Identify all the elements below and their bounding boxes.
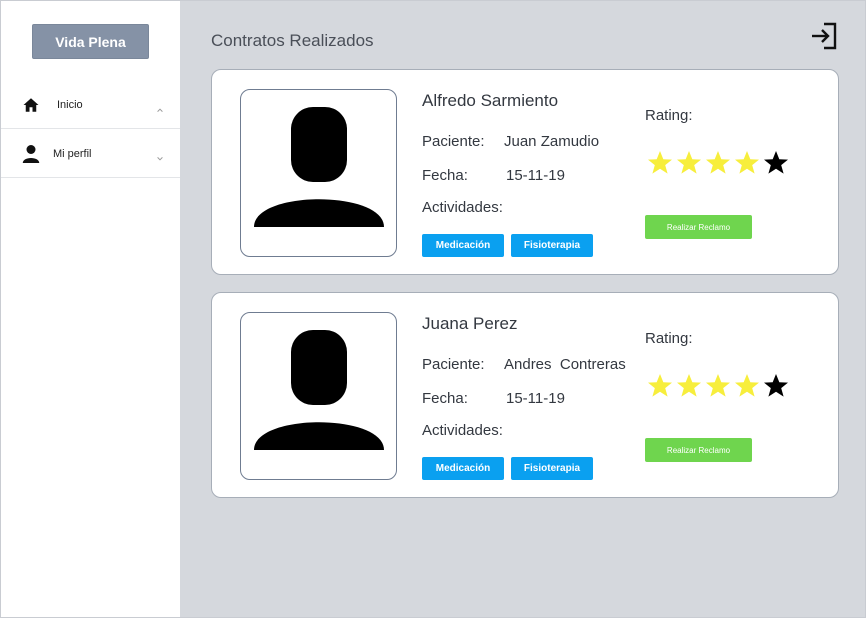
- date-value: 15-11-19: [506, 390, 565, 407]
- rating-label: Rating:: [645, 330, 693, 347]
- date-label: Fecha:: [422, 167, 468, 184]
- avatar: [240, 89, 397, 257]
- patient-value: Juan Zamudio: [504, 133, 600, 150]
- claim-button[interactable]: Realizar Reclamo: [645, 215, 752, 239]
- brand-button[interactable]: Vida Plena: [32, 24, 149, 59]
- claim-button[interactable]: Realizar Reclamo: [645, 438, 752, 462]
- chevron-up-icon[interactable]: [156, 101, 164, 112]
- patient-label: Paciente:: [422, 356, 485, 373]
- activities-label: Actividades:: [422, 199, 503, 216]
- star-filled-icon[interactable]: [674, 148, 703, 178]
- activities-label: Actividades:: [422, 422, 503, 439]
- star-empty-icon[interactable]: [761, 371, 790, 401]
- home-icon: [21, 95, 41, 115]
- caregiver-name: Juana Perez: [422, 314, 518, 333]
- sidebar-item-label: Mi perfil: [53, 147, 92, 160]
- star-filled-icon[interactable]: [703, 371, 732, 401]
- date-value: 15-11-19: [506, 167, 565, 184]
- activity-tag[interactable]: Fisioterapia: [511, 234, 593, 257]
- page-title: Contratos Realizados: [211, 31, 374, 50]
- rating-stars: [645, 148, 790, 178]
- star-filled-icon[interactable]: [645, 371, 674, 401]
- rating-label: Rating:: [645, 107, 693, 124]
- sidebar-item-inicio[interactable]: Inicio: [1, 81, 181, 129]
- rating-stars: [645, 371, 790, 401]
- activity-tag[interactable]: Medicación: [422, 457, 504, 480]
- sidebar-item-mi-perfil[interactable]: Mi perfil: [1, 130, 181, 178]
- activity-tag[interactable]: Fisioterapia: [511, 457, 593, 480]
- date-label: Fecha:: [422, 390, 468, 407]
- logout-icon[interactable]: [810, 21, 838, 51]
- patient-label: Paciente:: [422, 133, 485, 150]
- contract-card: Alfredo Sarmiento Paciente: Juan Zamudio…: [211, 69, 839, 275]
- sidebar-item-label: Inicio: [57, 98, 83, 111]
- star-filled-icon[interactable]: [674, 371, 703, 401]
- star-filled-icon[interactable]: [732, 371, 761, 401]
- activity-tag[interactable]: Medicación: [422, 234, 504, 257]
- chevron-down-icon[interactable]: [156, 150, 164, 160]
- star-filled-icon[interactable]: [703, 148, 732, 178]
- main-content: Contratos Realizados Alfredo Sarmiento P…: [180, 1, 865, 617]
- star-empty-icon[interactable]: [761, 148, 790, 178]
- caregiver-name: Alfredo Sarmiento: [422, 91, 559, 110]
- sidebar: Vida Plena Inicio Mi perfil: [1, 1, 181, 617]
- star-filled-icon[interactable]: [645, 148, 674, 178]
- contract-card: Juana Perez Paciente: Andres Contreras F…: [211, 292, 839, 498]
- star-filled-icon[interactable]: [732, 148, 761, 178]
- avatar: [240, 312, 397, 480]
- patient-value: Andres Contreras: [504, 356, 626, 373]
- user-icon: [21, 144, 41, 164]
